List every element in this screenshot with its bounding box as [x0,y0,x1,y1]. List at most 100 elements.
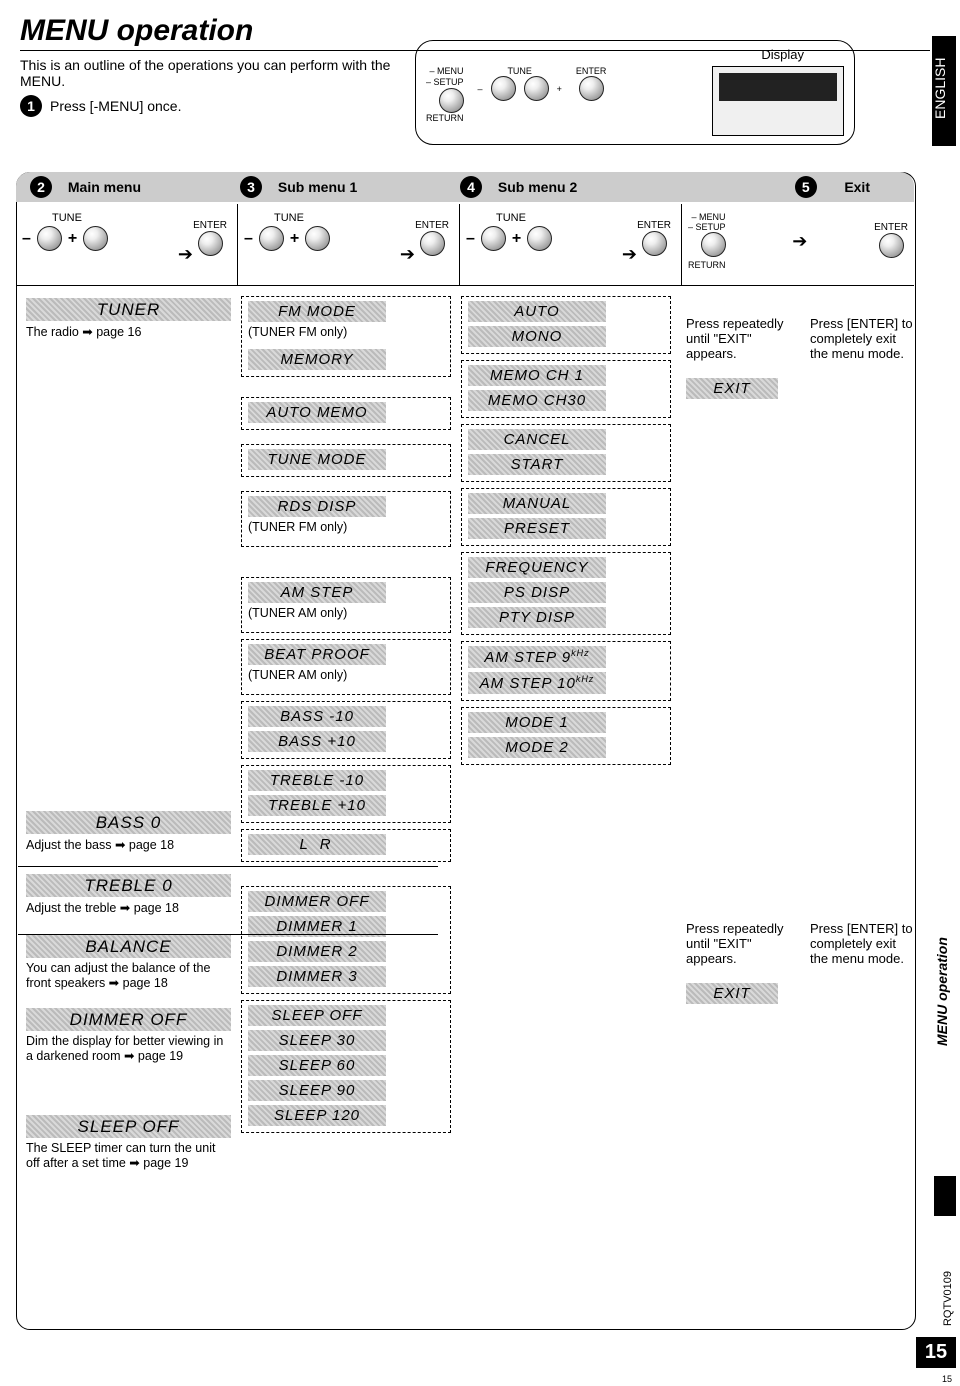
exit-press-enter: Press [ENTER] to completely exit the men… [810,921,916,1006]
exit-label: EXIT [686,983,778,1004]
minus-icon: – [692,212,697,222]
exit-press-enter: Press [ENTER] to completely exit the men… [810,316,916,401]
tune-down-icon [37,226,62,251]
device-illustration [712,66,844,136]
memo-ch30: MEMO CH30 [468,390,606,411]
language-tab: ENGLISH [932,36,956,146]
dimmer-2: DIMMER 2 [248,941,386,962]
tune-up-icon [527,226,552,251]
arrow-right-icon: ➔ [622,244,637,265]
auto: AUTO [468,301,606,322]
sub1-balance: L R [241,829,451,862]
sub1-tune-mode: TUNE MODE [241,444,451,477]
tune-down-icon [481,226,506,251]
tune-label: TUNE [478,66,562,76]
plus-icon: + [68,230,77,248]
tune-up-icon [305,226,330,251]
enter-label: ENTER [415,220,449,231]
controls-row: TUNE – + ➔ ENTER TUNE – + ➔ ENTER TUNE [16,204,914,286]
exit-press-repeat: Press repeatedly until "EXIT" appears. [686,921,792,966]
main-tuner-note: The radio ➡ page 16 [26,324,231,339]
frequency: FREQUENCY [468,557,606,578]
page-number: 15 [916,1337,956,1368]
minus-icon: – [466,230,475,248]
plus-icon: + [290,230,299,248]
main-treble: TREBLE 0 [26,874,231,897]
intro-text: This is an outline of the operations you… [20,57,420,89]
controls-sub1: TUNE – + ➔ ENTER [238,204,460,286]
step-1-badge: 1 [20,95,42,117]
step-4-badge: 4 [460,176,482,198]
memo-ch1: MEMO CH 1 [468,365,606,386]
main-menu-column: TUNER The radio ➡ page 16 BASS 0 Adjust … [26,296,231,1178]
manual: MANUAL [468,493,606,514]
am-step-note: (TUNER AM only) [248,606,446,620]
menu-label: MENU [699,212,726,222]
enter-icon [642,231,667,256]
sub1-fm-mode: FM MODE (TUNER FM only) MEMORY [241,296,451,377]
sub1-treble: TREBLE -10 TREBLE +10 [241,765,451,823]
treble-lo: TREBLE -10 [248,770,386,791]
step-2-badge: 2 [30,176,52,198]
treble-hi: TREBLE +10 [248,795,386,816]
plus-icon: + [557,84,562,94]
exit-label: EXIT [686,378,778,399]
main-bass-note: Adjust the bass ➡ page 18 [26,837,231,852]
main-balance: BALANCE [26,935,231,958]
enter-icon [198,231,223,256]
sub1-beat-proof: BEAT PROOF (TUNER AM only) [241,639,451,695]
arrow-right-icon: ➔ [400,244,415,265]
tune-label: TUNE [466,212,556,224]
display-title: Display [426,47,844,62]
arrow-right-icon: ➔ [792,231,807,252]
sub2-auto-memo: CANCEL START [461,424,671,482]
page-number-small: 15 [942,1374,952,1384]
bass-hi: BASS +10 [248,731,386,752]
sleep-60: SLEEP 60 [248,1055,386,1076]
auto-memo-label: AUTO MEMO [248,402,386,423]
sub1-bass: BASS -10 BASS +10 [241,701,451,759]
balance-lr: L R [248,834,386,855]
enter-label: ENTER [874,222,908,233]
main-bass: BASS 0 [26,811,231,834]
step-1-text: Press [-MENU] once. [50,98,181,114]
start: START [468,454,606,475]
minus-icon: – [22,230,31,248]
sub1-auto-memo: AUTO MEMO [241,397,451,430]
tune-up-button-icon [524,76,549,101]
sub1-dimmer: DIMMER OFF DIMMER 1 DIMMER 2 DIMMER 3 [241,886,451,994]
arrow-right-icon: ➔ [178,244,193,265]
main-dimmer: DIMMER OFF [26,1008,231,1031]
am-step-10: AM STEP 10kHz [468,672,606,694]
sleep-off: SLEEP OFF [248,1005,386,1026]
pty-disp: PTY DISP [468,607,606,628]
enter-icon [420,231,445,256]
main-tuner: TUNER [26,298,231,321]
dimmer-off: DIMMER OFF [248,891,386,912]
tune-mode-label: TUNE MODE [248,449,386,470]
sub1-column: FM MODE (TUNER FM only) MEMORY AUTO MEMO… [241,296,451,1139]
am-step-9: AM STEP 9kHz [468,646,606,668]
exit-column: Press repeatedly until "EXIT" appears. E… [686,316,916,1006]
sub2-rds-disp: FREQUENCY PS DISP PTY DISP [461,552,671,635]
minus-icon: – [688,222,693,232]
section-rule [18,934,438,935]
minus-icon: – [478,84,483,94]
am-step-label: AM STEP [248,582,386,603]
rds-disp-label: RDS DISP [248,496,386,517]
fm-mode-note: (TUNER FM only) [248,325,446,339]
ps-disp: PS DISP [468,582,606,603]
main-balance-note: You can adjust the balance of the front … [26,961,231,990]
doc-number: RQTV0109 [942,1271,954,1326]
beat-proof-label: BEAT PROOF [248,644,386,665]
rds-disp-note: (TUNER FM only) [248,520,446,534]
dimmer-3: DIMMER 3 [248,966,386,987]
sleep-90: SLEEP 90 [248,1080,386,1101]
section-rule [18,866,438,867]
step-5-badge: 5 [795,176,817,198]
minus-icon: – [244,230,253,248]
menu-setup-label: – MENU – SETUP [426,66,464,88]
sub2-memory: MEMO CH 1 MEMO CH30 [461,360,671,418]
sleep-30: SLEEP 30 [248,1030,386,1051]
col-sub2: Sub menu 2 [498,179,577,195]
